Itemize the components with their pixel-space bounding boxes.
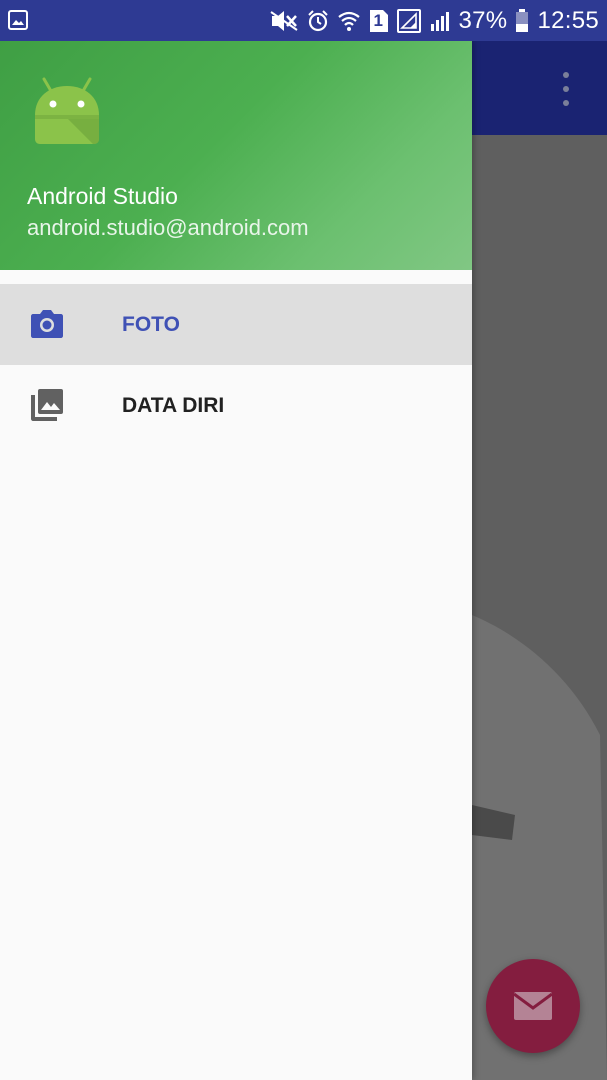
wifi-icon (337, 11, 360, 31)
menu-item-label: FOTO (122, 312, 180, 336)
navigation-drawer: Android Studio android.studio@android.co… (0, 41, 472, 1080)
user-email: android.studio@android.com (27, 215, 309, 240)
clock: 12:55 (537, 6, 599, 34)
compose-mail-fab[interactable] (486, 959, 580, 1053)
menu-item-foto[interactable]: FOTO (0, 284, 472, 365)
user-name: Android Studio (27, 183, 178, 209)
alarm-icon (307, 9, 328, 31)
menu-item-data-diri[interactable]: DATA DIRI (0, 365, 472, 446)
battery-percentage: 37% (458, 6, 508, 34)
drawer-header: Android Studio android.studio@android.co… (0, 41, 472, 270)
sim-slot-label: 1 (373, 10, 383, 30)
android-logo-icon[interactable] (30, 75, 104, 149)
battery-icon (516, 8, 529, 32)
mail-icon (513, 992, 553, 1020)
overflow-menu-icon[interactable] (553, 72, 579, 106)
gallery-notification-icon (8, 10, 28, 30)
signal-box-icon (396, 8, 421, 33)
mute-icon (269, 10, 298, 31)
signal-icon (430, 11, 449, 31)
menu-item-label: DATA DIRI (122, 393, 225, 417)
sim-icon: 1 (369, 9, 389, 33)
photo-library-icon (31, 389, 63, 421)
status-bar: 1 37% 12:55 (0, 0, 607, 41)
screen: 1 37% 12:55 Android Studio android.studi… (0, 0, 607, 1080)
camera-icon (31, 310, 63, 338)
drawer-menu: FOTO DATA DIRI (0, 284, 472, 446)
